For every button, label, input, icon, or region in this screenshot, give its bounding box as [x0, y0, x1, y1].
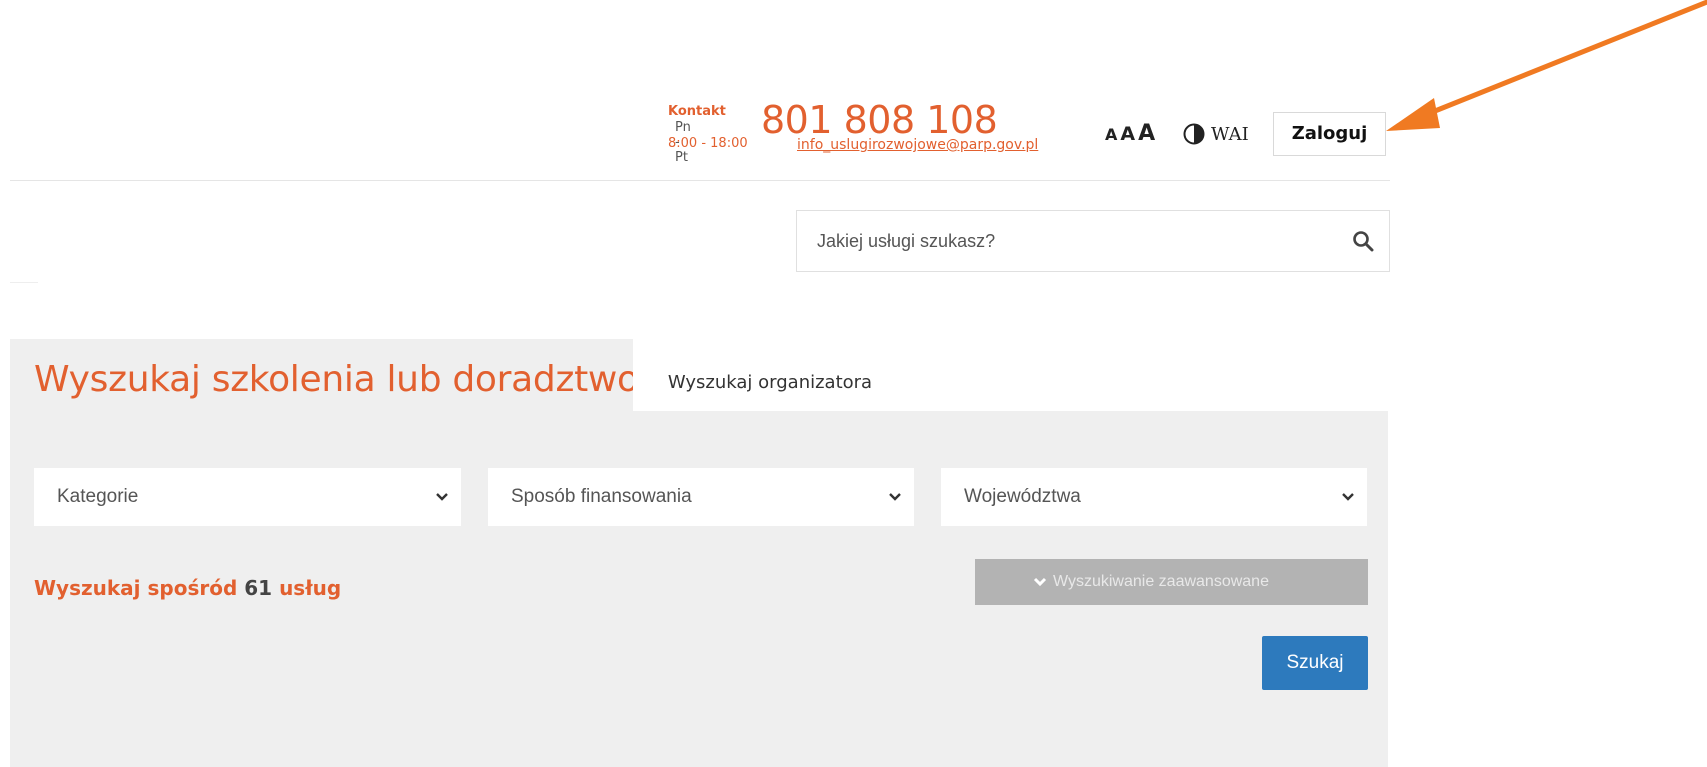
contact-phone: 801 808 108: [761, 98, 998, 142]
search-panel: Wyszukaj szkolenia lub doradztwo Wyszuka…: [10, 339, 1388, 767]
advanced-search-button[interactable]: Wyszukiwanie zaawansowane: [975, 559, 1368, 605]
annotation-arrow-icon: [1386, 0, 1707, 131]
contact-email-link[interactable]: info_uslugirozwojowe@parp.gov.pl: [797, 137, 1038, 153]
search-icon[interactable]: [1352, 230, 1374, 252]
login-button[interactable]: Zaloguj: [1273, 112, 1386, 156]
voivodeship-select[interactable]: Województwa: [941, 468, 1367, 526]
search-input[interactable]: [797, 211, 1327, 271]
advanced-search-label: Wyszukiwanie zaawansowane: [1053, 573, 1269, 590]
font-size-switcher: AAA: [1105, 121, 1158, 146]
count-suffix: usług: [279, 576, 342, 600]
divider-stub: [10, 282, 38, 283]
count-prefix: Wyszukaj spośród: [34, 576, 238, 600]
financing-select[interactable]: Sposób finansowania: [488, 468, 914, 526]
search-submit-button[interactable]: Szukaj: [1262, 636, 1368, 690]
font-size-small-button[interactable]: A: [1105, 125, 1117, 144]
services-count-text: Wyszukaj spośród 61 usług: [34, 576, 341, 600]
contact-label: Kontakt: [668, 104, 726, 119]
category-select[interactable]: Kategorie: [34, 468, 461, 526]
contrast-toggle-icon[interactable]: [1183, 123, 1205, 145]
voivodeship-select-label: Województwa: [964, 486, 1081, 507]
panel-tab-active-bg: [10, 339, 633, 767]
chevron-down-icon: [1033, 577, 1047, 587]
search-box: [796, 210, 1390, 272]
tab-search-organizer[interactable]: Wyszukaj organizatora: [633, 352, 907, 411]
wai-link[interactable]: WAI: [1211, 124, 1249, 145]
financing-select-label: Sposób finansowania: [511, 486, 692, 507]
font-size-medium-button[interactable]: A: [1120, 123, 1135, 145]
font-size-large-button[interactable]: A: [1138, 121, 1155, 146]
contact-hours: 8:00 - 18:00: [668, 136, 748, 151]
tab-search-services[interactable]: Wyszukaj szkolenia lub doradztwo: [34, 359, 639, 400]
header-divider: [10, 180, 1390, 181]
count-value: 61: [244, 576, 273, 600]
chevron-down-icon: [889, 493, 901, 501]
category-select-label: Kategorie: [57, 486, 139, 507]
chevron-down-icon: [1342, 493, 1354, 501]
chevron-down-icon: [436, 493, 448, 501]
